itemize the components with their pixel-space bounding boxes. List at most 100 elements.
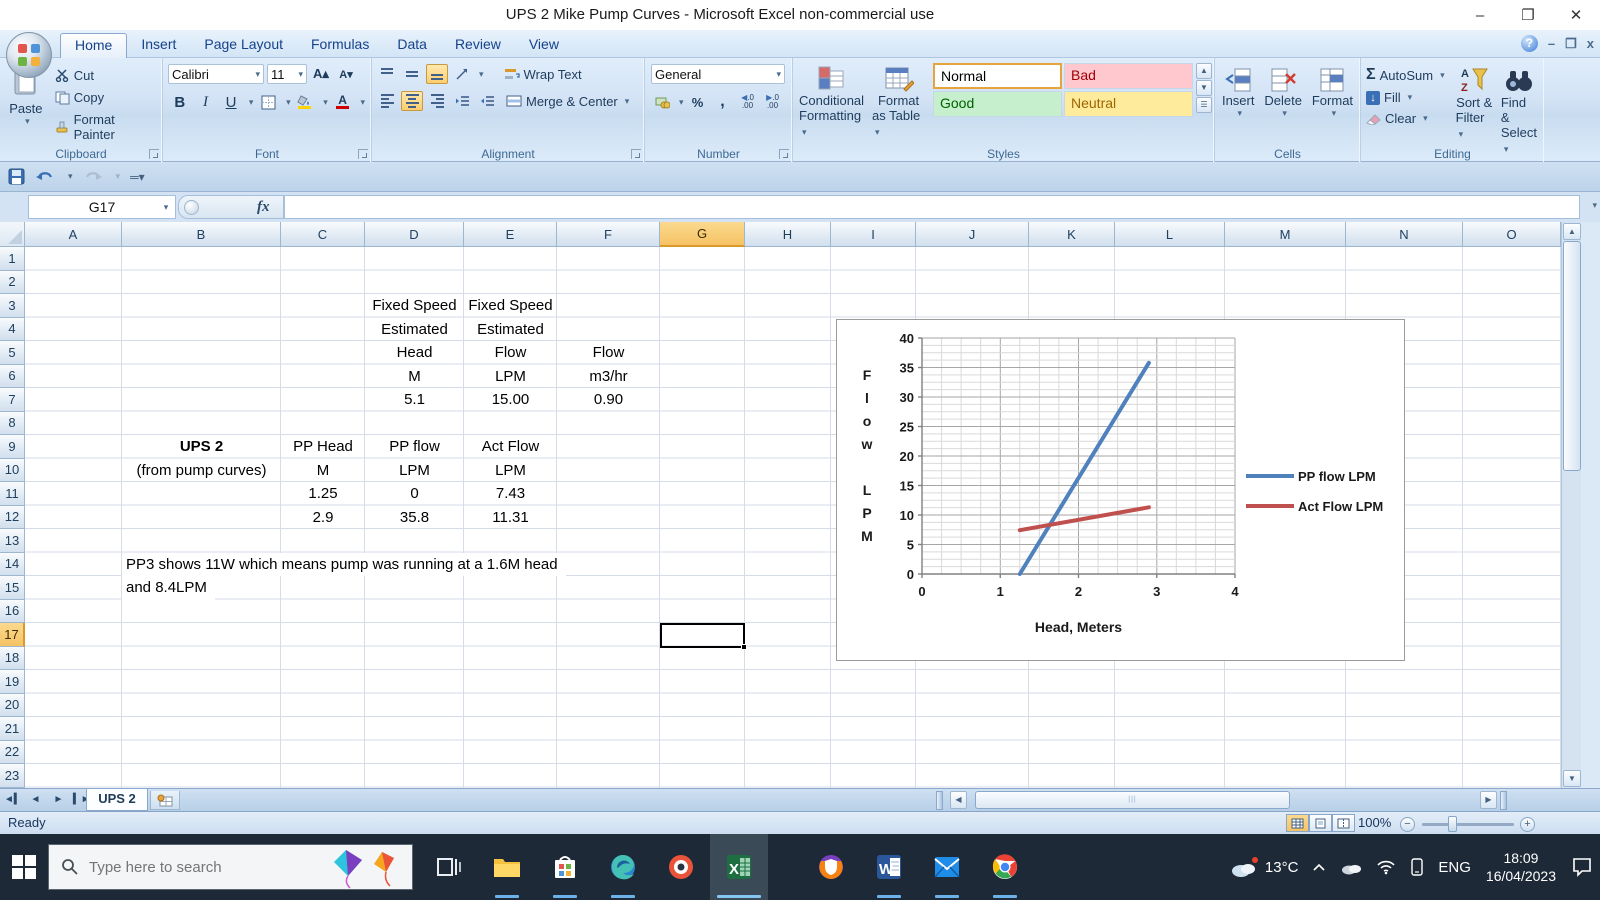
tab-home[interactable]: Home xyxy=(60,33,128,58)
cell-D7[interactable]: 5.1 xyxy=(365,388,464,412)
cell-E12[interactable]: 11.31 xyxy=(464,506,557,530)
column-header-O[interactable]: O xyxy=(1463,222,1561,247)
conditional-formatting-button[interactable]: Conditional Formatting ▾ xyxy=(795,63,868,140)
edge-button[interactable] xyxy=(594,834,652,900)
cell-C12[interactable]: 2.9 xyxy=(281,506,365,530)
styles-scroll-down-button[interactable]: ▼ xyxy=(1196,80,1212,96)
autosum-button[interactable]: Σ AutoSum ▾ xyxy=(1363,65,1448,85)
shrink-font-button[interactable]: A▾ xyxy=(335,64,357,84)
merge-center-button[interactable]: Merge & Center ▾ xyxy=(503,93,632,110)
style-neutral[interactable]: Neutral xyxy=(1064,91,1193,117)
help-icon[interactable]: ? xyxy=(1520,35,1538,52)
alignment-dialog-launcher[interactable] xyxy=(631,149,641,159)
fill-handle[interactable] xyxy=(741,643,747,650)
insert-worksheet-button[interactable] xyxy=(150,791,180,810)
cell-E4[interactable]: Estimated xyxy=(464,318,557,342)
first-sheet-button[interactable]: ◄▍ xyxy=(4,791,22,808)
name-box[interactable]: G17 xyxy=(28,195,176,219)
percent-style-button[interactable]: % xyxy=(687,92,709,112)
minimize-button[interactable]: – xyxy=(1456,0,1504,30)
row-header-9[interactable]: 9 xyxy=(0,435,25,459)
align-left-button[interactable] xyxy=(376,91,398,111)
prev-sheet-button[interactable]: ◄ xyxy=(27,791,44,808)
format-cells-button[interactable]: Format ▾ xyxy=(1308,65,1357,121)
orientation-button[interactable] xyxy=(451,64,473,84)
row-header-6[interactable]: 6 xyxy=(0,364,25,388)
search-highlight-kites-icon[interactable] xyxy=(324,846,410,890)
cell-B14[interactable]: PP3 shows 11W which means pump was runni… xyxy=(122,552,566,576)
cell-D9[interactable]: PP flow xyxy=(365,435,464,459)
column-header-E[interactable]: E xyxy=(464,222,557,247)
cell-D10[interactable]: LPM xyxy=(365,459,464,483)
next-sheet-button[interactable]: ► xyxy=(50,791,67,808)
browser-button-1[interactable] xyxy=(652,834,710,900)
tab-formulas[interactable]: Formulas xyxy=(297,33,383,58)
font-color-button[interactable]: A xyxy=(332,92,354,112)
page-layout-view-button[interactable] xyxy=(1309,814,1332,832)
language-indicator[interactable]: ENG xyxy=(1431,834,1478,900)
cell-E5[interactable]: Flow xyxy=(464,341,557,365)
cell-D5[interactable]: Head xyxy=(365,341,464,365)
row-header-8[interactable]: 8 xyxy=(0,411,25,435)
row-header-16[interactable]: 16 xyxy=(0,599,25,623)
zoom-in-button[interactable]: + xyxy=(1520,817,1535,832)
row-header-5[interactable]: 5 xyxy=(0,341,25,365)
number-format-combo[interactable]: General ▾ xyxy=(651,64,785,84)
vertical-scroll-thumb[interactable] xyxy=(1563,241,1581,471)
save-icon[interactable] xyxy=(8,168,25,185)
workbook-minimize-button[interactable]: – xyxy=(1548,36,1555,51)
increase-indent-button[interactable] xyxy=(476,91,498,111)
italic-button[interactable]: I xyxy=(195,92,217,112)
align-bottom-button[interactable] xyxy=(426,64,448,84)
page-break-view-button[interactable] xyxy=(1332,814,1355,832)
zoom-slider-track[interactable] xyxy=(1422,823,1514,826)
row-header-15[interactable]: 15 xyxy=(0,576,25,600)
taskbar-search[interactable] xyxy=(48,844,413,890)
onedrive-tray-button[interactable] xyxy=(1333,834,1369,900)
select-all-corner[interactable] xyxy=(0,222,25,247)
fill-color-button[interactable] xyxy=(295,92,317,112)
row-header-2[interactable]: 2 xyxy=(0,270,25,294)
column-header-C[interactable]: C xyxy=(281,222,365,247)
row-header-3[interactable]: 3 xyxy=(0,294,25,318)
insert-cells-button[interactable]: Insert ▾ xyxy=(1218,65,1259,121)
grow-font-button[interactable]: A▴ xyxy=(310,64,332,84)
cell-C9[interactable]: PP Head xyxy=(281,435,365,459)
column-header-I[interactable]: I xyxy=(831,222,916,247)
styles-scroll-up-button[interactable]: ▲ xyxy=(1196,63,1212,79)
align-center-button[interactable] xyxy=(401,91,423,111)
undo-icon[interactable] xyxy=(35,169,55,185)
cell-C10[interactable]: M xyxy=(281,459,365,483)
tab-insert[interactable]: Insert xyxy=(127,33,190,58)
undo-caret-icon[interactable]: ▾ xyxy=(68,171,73,182)
pump-curve-chart[interactable]: 0 1 2 3 4 0 5 10 15 20 25 30 35 40 Head, Meters Fl o w L P M… xyxy=(836,319,1405,661)
task-view-button[interactable] xyxy=(420,834,478,900)
row-header-20[interactable]: 20 xyxy=(0,693,25,717)
row-header-17[interactable]: 17 xyxy=(0,623,25,647)
cell-E6[interactable]: LPM xyxy=(464,365,557,389)
scroll-right-button[interactable]: ▶ xyxy=(1480,791,1497,809)
row-header-10[interactable]: 10 xyxy=(0,458,25,482)
row-header-23[interactable]: 23 xyxy=(0,764,25,788)
tab-split-handle[interactable] xyxy=(936,791,943,810)
column-header-F[interactable]: F xyxy=(557,222,660,247)
align-middle-button[interactable] xyxy=(401,64,423,84)
mail-button[interactable] xyxy=(918,834,976,900)
selected-cell-G17[interactable] xyxy=(660,623,747,650)
tab-view[interactable]: View xyxy=(515,33,573,58)
style-bad[interactable]: Bad xyxy=(1064,63,1193,89)
zoom-out-button[interactable]: − xyxy=(1400,817,1415,832)
column-header-D[interactable]: D xyxy=(365,222,464,247)
chrome-button[interactable] xyxy=(976,834,1034,900)
cell-B15[interactable]: and 8.4LPM xyxy=(122,576,215,600)
column-header-A[interactable]: A xyxy=(25,222,122,247)
font-size-combo[interactable]: 11 ▾ xyxy=(267,64,307,84)
cell-D4[interactable]: Estimated xyxy=(365,318,464,342)
accounting-format-button[interactable] xyxy=(651,92,673,112)
insert-function-button[interactable]: fx xyxy=(257,199,270,216)
row-header-1[interactable]: 1 xyxy=(0,247,25,271)
cell-F7[interactable]: 0.90 xyxy=(557,388,660,412)
cell-D11[interactable]: 0 xyxy=(365,482,464,506)
tab-review[interactable]: Review xyxy=(441,33,515,58)
styles-more-button[interactable]: ☰ xyxy=(1196,97,1212,113)
